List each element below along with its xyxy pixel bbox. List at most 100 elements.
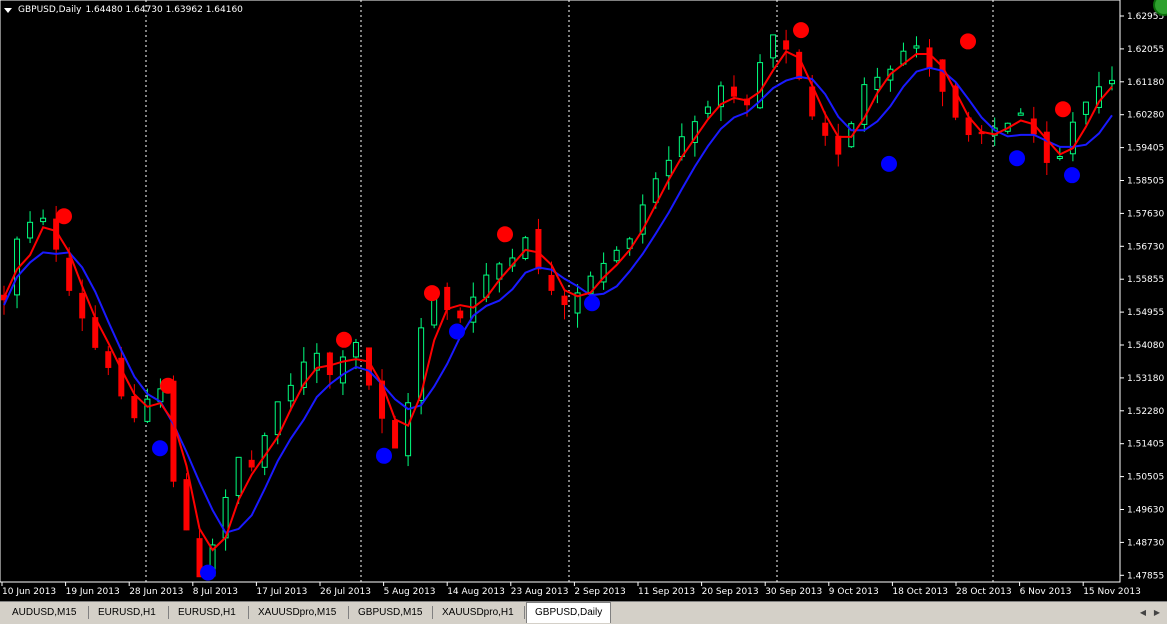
bull-candle — [287, 384, 294, 402]
chart-tabs: AUDUSD,M15 EURUSD,H1 EURUSD,H1 XAUUSDpro,M1… — [0, 601, 1167, 624]
date-label: 2 Sep 2013 — [574, 587, 625, 597]
chart-title[interactable]: GBPUSD,Daily 1.64480 1.64730 1.63962 1.6… — [4, 2, 243, 18]
price-label: 1.62055 — [1127, 45, 1164, 55]
bear-candle — [392, 420, 399, 449]
date-label: 23 Aug 2013 — [511, 587, 569, 597]
bear-candle — [535, 228, 542, 270]
bull-candle — [274, 401, 281, 436]
blue-signal-marker — [1064, 167, 1080, 184]
bear-candle — [183, 479, 190, 531]
date-label: 6 Nov 2013 — [1020, 587, 1072, 597]
price-label: 1.56730 — [1127, 242, 1164, 252]
tab-scroll-left-icon[interactable]: ◀ — [1138, 606, 1148, 619]
date-label: 10 Jun 2013 — [2, 587, 56, 597]
bear-candle — [730, 86, 737, 97]
date-label: 8 Jul 2013 — [193, 587, 238, 597]
dropdown-arrow-icon[interactable] — [4, 7, 12, 13]
bull-candle — [40, 217, 47, 223]
date-label: 11 Sep 2013 — [638, 587, 695, 597]
date-label: 19 Jun 2013 — [66, 587, 120, 597]
red-signal-marker — [793, 22, 809, 39]
bear-candle — [66, 257, 73, 291]
blue-signal-marker — [1009, 150, 1025, 167]
price-label: 1.54955 — [1127, 308, 1164, 318]
blue-signal-marker — [200, 564, 216, 581]
bear-candle — [926, 47, 933, 69]
bull-candle — [613, 249, 620, 262]
bull-candle — [652, 178, 659, 203]
tab-eurusd-h1[interactable]: EURUSD,H1 — [90, 604, 164, 621]
tab-xauusdpro-h1[interactable]: XAUUSDpro,H1 — [434, 604, 522, 621]
tab-audusd-m15[interactable]: AUDUSD,M15 — [4, 604, 84, 621]
bear-candle — [457, 310, 464, 319]
bull-candle — [405, 402, 412, 457]
bear-candle — [326, 352, 333, 376]
red-signal-marker — [960, 33, 976, 50]
tab-separator — [524, 606, 525, 619]
bull-candle — [874, 76, 881, 90]
tab-separator — [88, 606, 89, 619]
tab-xauusdpro-m15[interactable]: XAUUSDpro,M15 — [250, 604, 344, 621]
bull-candle — [235, 456, 242, 497]
bull-candle — [27, 221, 34, 239]
blue-signal-marker — [376, 447, 392, 464]
bear-candle — [444, 286, 451, 311]
date-label: 30 Sep 2013 — [765, 587, 822, 597]
terminal-window: GBPUSD,Daily 1.64480 1.64730 1.63962 1.6… — [0, 0, 1167, 624]
bull-candle — [352, 341, 359, 358]
red-signal-marker — [424, 285, 440, 302]
tab-separator — [168, 606, 169, 619]
tab-separator — [248, 606, 249, 619]
chart-background — [0, 0, 1167, 601]
bear-candle — [561, 295, 568, 306]
date-label: 18 Oct 2013 — [892, 587, 948, 597]
date-label: 9 Oct 2013 — [829, 587, 879, 597]
price-label: 1.57630 — [1127, 209, 1164, 219]
tab-separator — [432, 606, 433, 619]
red-signal-marker — [56, 208, 72, 225]
bull-candle — [1082, 101, 1089, 115]
tab-separator — [348, 606, 349, 619]
bear-candle — [783, 40, 790, 50]
price-label: 1.55855 — [1127, 275, 1164, 285]
date-label: 17 Jul 2013 — [256, 587, 307, 597]
bear-candle — [248, 459, 255, 468]
price-label: 1.51405 — [1127, 440, 1164, 450]
bull-candle — [144, 398, 151, 422]
date-label: 28 Jun 2013 — [129, 587, 183, 597]
bull-candle — [913, 45, 920, 49]
bear-candle — [131, 395, 138, 419]
bull-candle — [770, 34, 777, 59]
price-label: 1.61180 — [1127, 78, 1164, 88]
price-label: 1.49630 — [1127, 506, 1164, 516]
date-label: 14 Aug 2013 — [447, 587, 505, 597]
tab-eurusd-h1[interactable]: EURUSD,H1 — [170, 604, 244, 621]
bull-candle — [261, 435, 268, 468]
date-label: 5 Aug 2013 — [384, 587, 436, 597]
date-label: 28 Oct 2013 — [956, 587, 1012, 597]
date-label: 20 Sep 2013 — [702, 587, 759, 597]
tab-gbpusd-m15[interactable]: GBPUSD,M15 — [350, 604, 430, 621]
bull-candle — [522, 237, 529, 259]
bull-candle — [665, 159, 672, 177]
price-label: 1.60280 — [1127, 111, 1164, 121]
bull-candle — [1017, 112, 1024, 116]
bull-candle — [704, 106, 711, 114]
date-label: 15 Nov 2013 — [1083, 587, 1141, 597]
tab-gbpusd-daily[interactable]: GBPUSD,Daily — [526, 602, 612, 623]
symbol-label: GBPUSD,Daily — [18, 5, 82, 15]
tab-scroll-right-icon[interactable]: ▶ — [1152, 606, 1162, 619]
bear-candle — [105, 351, 112, 368]
bull-candle — [1056, 156, 1063, 159]
price-label: 1.59405 — [1127, 144, 1164, 154]
red-signal-marker — [1055, 101, 1071, 118]
price-label: 1.52280 — [1127, 407, 1164, 417]
ohlc-values: 1.64480 1.64730 1.63962 1.64160 — [85, 5, 243, 15]
price-label: 1.48730 — [1127, 538, 1164, 548]
red-signal-marker — [160, 377, 176, 394]
bear-candle — [79, 292, 86, 319]
blue-signal-marker — [449, 323, 465, 340]
price-chart[interactable]: 1.629551.620551.611801.602801.594051.585… — [0, 0, 1167, 601]
price-label: 1.53180 — [1127, 374, 1164, 384]
blue-signal-marker — [152, 440, 168, 457]
